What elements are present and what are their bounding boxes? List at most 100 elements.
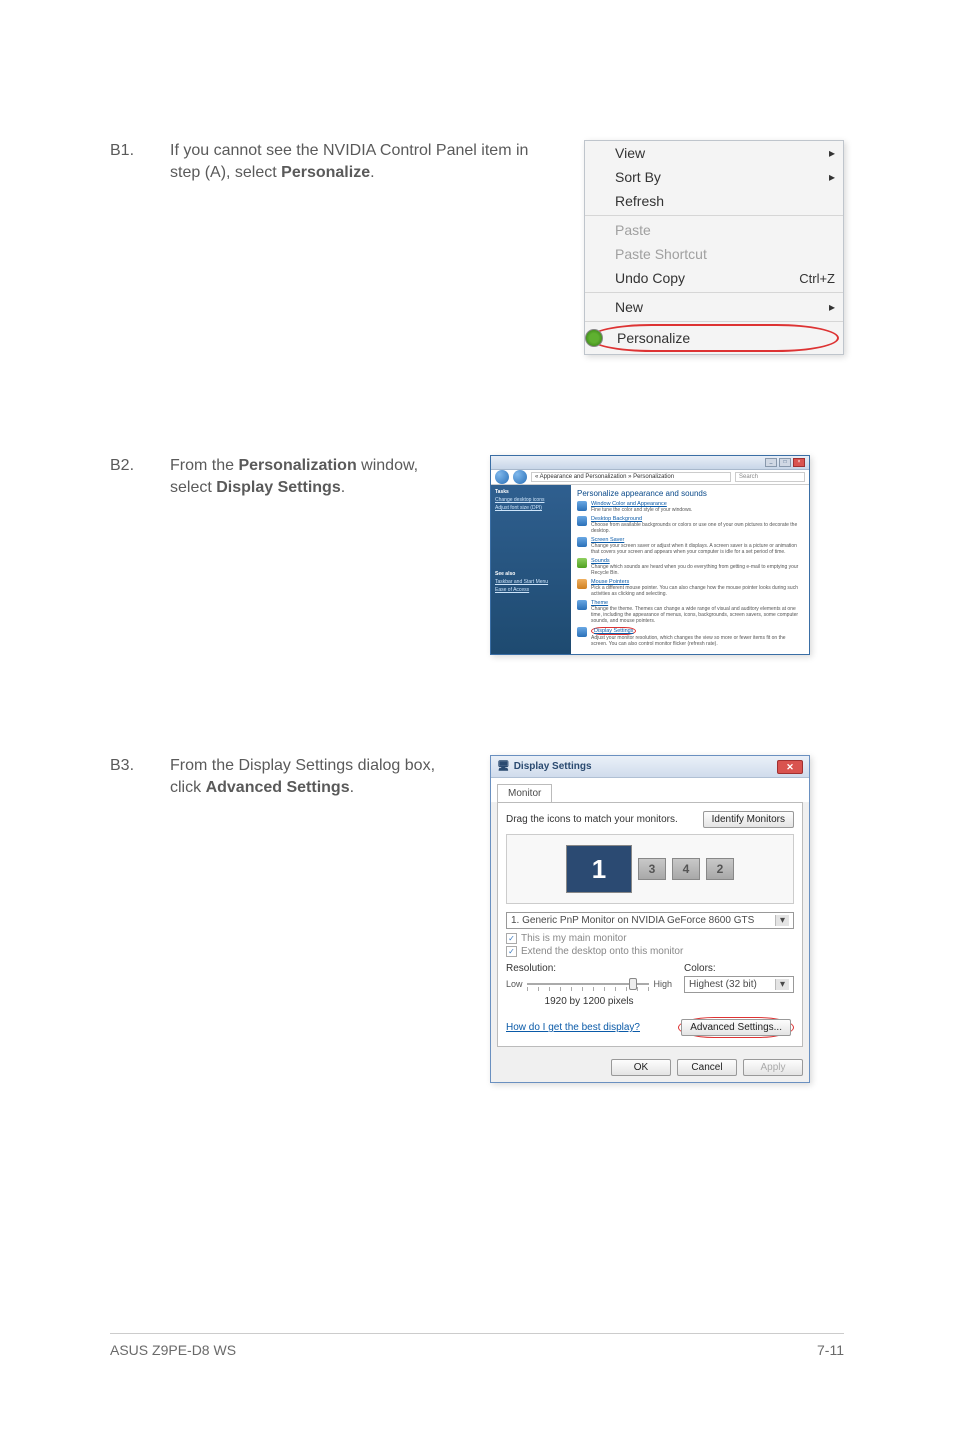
minimize-button[interactable]: _ — [765, 458, 777, 467]
ok-button[interactable]: OK — [611, 1059, 671, 1076]
item-desc: Pick a different mouse pointer. You can … — [591, 585, 803, 597]
tab-monitor[interactable]: Monitor — [497, 784, 552, 802]
theme-icon — [577, 600, 587, 610]
step-b2-text: From the Personalization window, select … — [170, 455, 470, 655]
main-panel: Personalize appearance and sounds Window… — [571, 485, 809, 654]
apply-button: Apply — [743, 1059, 803, 1076]
colors-select[interactable]: Highest (32 bit) ▾ — [684, 976, 794, 993]
ctx-view[interactable]: View ▸ — [585, 141, 843, 165]
ctx-paste: Paste — [585, 218, 843, 242]
step-b2-post: . — [341, 479, 345, 496]
item-display-settings[interactable]: Display SettingsAdjust your monitor reso… — [577, 627, 803, 647]
dialog-title: Display Settings — [514, 761, 777, 772]
slider-low: Low — [506, 979, 523, 989]
colors-label: Colors: — [684, 963, 794, 974]
back-button-icon[interactable] — [495, 470, 509, 484]
submenu-arrow-icon: ▸ — [829, 146, 835, 160]
submenu-arrow-icon: ▸ — [829, 170, 835, 184]
resolution-value: 1920 by 1200 pixels — [506, 996, 672, 1007]
desktop-bg-icon — [577, 516, 587, 526]
checkbox-extend: ✓ Extend the desktop onto this monitor — [506, 946, 794, 957]
window-titlebar: _ □ × — [491, 456, 809, 470]
dialog-footer: OK Cancel Apply — [491, 1053, 809, 1082]
main-title: Personalize appearance and sounds — [577, 489, 803, 498]
item-theme[interactable]: ThemeChange the theme. Themes can change… — [577, 600, 803, 624]
ctx-personalize-label: Personalize — [617, 330, 829, 346]
step-b1-text: If you cannot see the NVIDIA Control Pan… — [170, 140, 564, 355]
maximize-button[interactable]: □ — [779, 458, 791, 467]
sidebar-see-also: See also — [495, 571, 567, 577]
ctx-undo-shortcut: Ctrl+Z — [799, 271, 835, 286]
item-desc: Change the theme. Themes can change a wi… — [591, 606, 803, 624]
search-input[interactable]: Search — [735, 472, 805, 482]
cancel-button[interactable]: Cancel — [677, 1059, 737, 1076]
forward-button-icon[interactable] — [513, 470, 527, 484]
sidebar-taskbar[interactable]: Taskbar and Start Menu — [495, 579, 567, 585]
ctx-undo-copy[interactable]: Undo Copy Ctrl+Z — [585, 266, 843, 290]
sidebar-adjust-font[interactable]: Adjust font size (DPI) — [495, 505, 567, 511]
checkbox-icon: ✓ — [506, 946, 517, 957]
item-window-color[interactable]: Window Color and AppearanceFine tune the… — [577, 501, 803, 513]
display-settings-icon — [577, 627, 587, 637]
monitor-select-value: 1. Generic PnP Monitor on NVIDIA GeForce… — [511, 915, 775, 926]
sidebar-change-icons[interactable]: Change desktop icons — [495, 497, 567, 503]
step-b1-post: . — [370, 164, 374, 181]
advanced-settings-button[interactable]: Advanced Settings... — [681, 1019, 791, 1036]
address-bar: « Appearance and Personalization » Perso… — [491, 470, 809, 485]
resolution-label: Resolution: — [506, 963, 672, 974]
sidebar: Tasks Change desktop icons Adjust font s… — [491, 485, 571, 654]
dropdown-arrow-icon: ▾ — [775, 915, 789, 926]
separator — [585, 292, 843, 293]
monitor-1[interactable]: 1 — [566, 845, 632, 893]
footer-left: ASUS Z9PE-D8 WS — [110, 1342, 236, 1358]
identify-monitors-button[interactable]: Identify Monitors — [703, 811, 794, 828]
colors-value: Highest (32 bit) — [689, 979, 775, 990]
ctx-refresh[interactable]: Refresh — [585, 189, 843, 213]
checkbox-icon: ✓ — [506, 933, 517, 944]
resolution-slider[interactable]: Low High — [506, 976, 672, 992]
checkbox-main-monitor: ✓ This is my main monitor — [506, 933, 794, 944]
slider-thumb[interactable] — [629, 978, 637, 990]
step-b1-num: B1. — [110, 140, 150, 355]
item-desc: Choose from available backgrounds or col… — [591, 522, 803, 534]
monitor-arrangement[interactable]: 1 3 4 2 — [506, 834, 794, 904]
ctx-new-label: New — [615, 299, 835, 315]
item-sounds[interactable]: SoundsChange which sounds are heard when… — [577, 558, 803, 576]
checkbox-main-label: This is my main monitor — [521, 933, 627, 944]
step-b3-num: B3. — [110, 755, 150, 1083]
monitor-select[interactable]: 1. Generic PnP Monitor on NVIDIA GeForce… — [506, 912, 794, 929]
dropdown-arrow-icon: ▾ — [775, 979, 789, 990]
item-screen-saver[interactable]: Screen SaverChange your screen saver or … — [577, 537, 803, 555]
sidebar-ease[interactable]: Ease of Access — [495, 587, 567, 593]
ctx-sort-label: Sort By — [615, 169, 835, 185]
best-display-link[interactable]: How do I get the best display? — [506, 1022, 640, 1033]
tabs: Monitor — [491, 778, 809, 802]
breadcrumb[interactable]: « Appearance and Personalization » Perso… — [531, 472, 731, 482]
ctx-personalize[interactable]: Personalize — [589, 324, 839, 352]
close-button[interactable]: × — [793, 458, 805, 467]
item-mouse-pointers[interactable]: Mouse PointersPick a different mouse poi… — [577, 579, 803, 597]
monitor-3[interactable]: 3 — [638, 858, 666, 880]
item-desc: Adjust your monitor resolution, which ch… — [591, 635, 803, 647]
window-color-icon — [577, 501, 587, 511]
ctx-sort-by[interactable]: Sort By ▸ — [585, 165, 843, 189]
ctx-new[interactable]: New ▸ — [585, 295, 843, 319]
context-menu: View ▸ Sort By ▸ Refresh Paste Paste Sho… — [584, 140, 844, 355]
item-desktop-bg[interactable]: Desktop BackgroundChoose from available … — [577, 516, 803, 534]
sounds-icon — [577, 558, 587, 568]
close-button[interactable]: ✕ — [777, 760, 803, 774]
step-b2-bold1: Personalization — [238, 457, 356, 474]
ctx-paste-label: Paste — [615, 222, 835, 238]
monitor-icon: 🖥 — [497, 761, 510, 772]
sidebar-tasks-header: Tasks — [495, 489, 567, 495]
monitor-2[interactable]: 2 — [706, 858, 734, 880]
dialog-titlebar: 🖥 Display Settings ✕ — [491, 756, 809, 778]
mouse-icon — [577, 579, 587, 589]
checkbox-extend-label: Extend the desktop onto this monitor — [521, 946, 683, 957]
step-b2-num: B2. — [110, 455, 150, 655]
personalization-window: _ □ × « Appearance and Personalization »… — [490, 455, 810, 655]
item-desc: Fine tune the color and style of your wi… — [591, 507, 692, 513]
monitor-4[interactable]: 4 — [672, 858, 700, 880]
drag-text: Drag the icons to match your monitors. — [506, 814, 697, 825]
display-settings-dialog: 🖥 Display Settings ✕ Monitor Drag the ic… — [490, 755, 810, 1083]
